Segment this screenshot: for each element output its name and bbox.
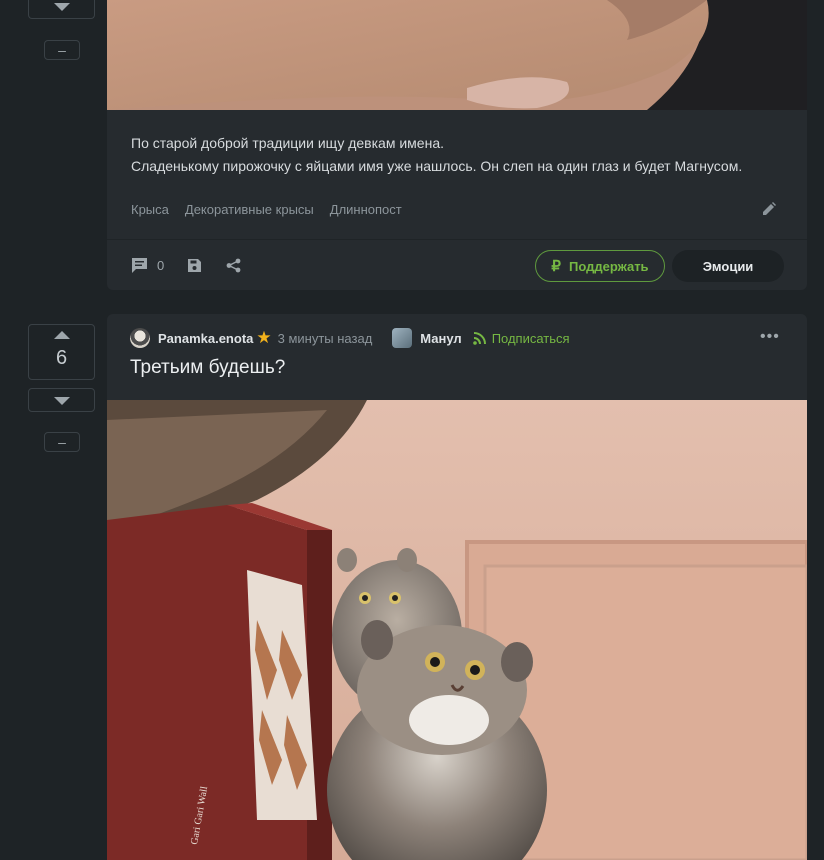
emotions-button[interactable]: Эмоции — [672, 250, 784, 282]
avatar[interactable] — [130, 328, 150, 348]
more-icon[interactable]: ••• — [760, 328, 780, 346]
post2-meta: Panamka.enota ★ 3 минуты назад Манул Под… — [130, 327, 570, 349]
comments-button[interactable]: 0 — [131, 257, 164, 274]
emotions-label: Эмоции — [702, 258, 754, 274]
rss-icon — [472, 331, 486, 345]
post2-vote-down[interactable] — [28, 388, 95, 412]
post1-tags: Крыса Декоративные крысы Длиннопост — [131, 202, 402, 217]
community-link[interactable]: Манул — [420, 331, 461, 346]
post1-text-line-2: Сладенькому пирожочку с яйцами имя уже н… — [131, 158, 743, 174]
subscribe-label: Подписаться — [491, 330, 570, 346]
chevron-down-icon — [53, 397, 70, 405]
support-button[interactable]: ₽ Поддержать — [535, 250, 665, 282]
post1-minus-button[interactable]: – — [44, 40, 80, 60]
subscribe-button[interactable]: Подписаться — [472, 330, 570, 346]
post1-text: По старой доброй традиции ищу девкам име… — [131, 132, 742, 178]
post-title[interactable]: Третьим будешь? — [130, 357, 285, 379]
author-link[interactable]: Panamka.enota — [158, 331, 253, 346]
post1-vote-down[interactable] — [28, 0, 95, 19]
post1-footer-divider — [107, 239, 807, 240]
tag-link[interactable]: Длиннопост — [330, 202, 402, 217]
tag-link[interactable]: Декоративные крысы — [185, 202, 314, 217]
share-icon — [226, 258, 241, 273]
post2-minus-button[interactable]: – — [44, 432, 80, 452]
share-button[interactable] — [226, 258, 241, 273]
pencil-icon[interactable] — [762, 202, 776, 216]
tag-link[interactable]: Крыса — [131, 202, 169, 217]
post2-vote-box: 6 — [28, 324, 95, 380]
post1-text-line-1: По старой доброй традиции ищу девкам име… — [131, 135, 444, 151]
post2-vote-up[interactable]: 6 — [29, 325, 94, 381]
star-icon: ★ — [256, 328, 272, 347]
chevron-down-icon — [53, 2, 70, 11]
community-avatar[interactable] — [392, 328, 413, 348]
support-label: Поддержать — [568, 258, 649, 274]
ruble-icon: ₽ — [551, 258, 561, 275]
post-time: 3 минуты назад — [277, 330, 373, 346]
save-icon — [188, 259, 201, 272]
post2-score: 6 — [55, 347, 68, 369]
post1-photo — [107, 0, 807, 110]
chevron-up-icon — [53, 331, 70, 339]
comment-icon — [132, 258, 147, 273]
post2-photo: Gari Gari Wall — [107, 400, 807, 860]
comments-count: 0 — [157, 258, 165, 273]
save-button[interactable] — [187, 258, 202, 273]
